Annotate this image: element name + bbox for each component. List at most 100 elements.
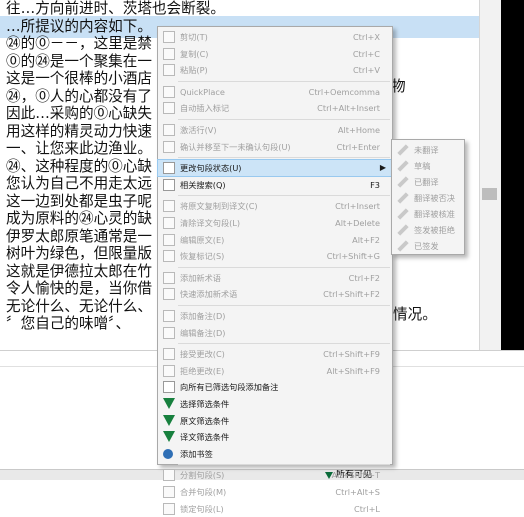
menu-item[interactable]: 编辑原文(E) Alt+F2 (158, 232, 392, 248)
menu-item[interactable]: 添加备注(D) (158, 308, 392, 324)
submenu-arrow-icon: ▶ (379, 163, 386, 173)
menu-item[interactable]: 粘贴(P) Ctrl+V (158, 62, 392, 78)
menu-item-shortcut: Ctrl+Alt+S (335, 487, 380, 497)
menu-item-label: QuickPlace (180, 86, 225, 97)
menu-item-shortcut: Ctrl+Enter (336, 141, 380, 152)
submenu-item-label: 已签发 (414, 241, 439, 251)
filter-target-icon (163, 431, 175, 443)
menu-item-label: 更改句段状态(U) (180, 163, 242, 174)
menu-item-shortcut: Alt+F2 (352, 234, 380, 245)
menu-item-shortcut: Ctrl+Shift+G (326, 251, 380, 262)
menu-item[interactable]: 确认并移至下一未确认句段(U) Ctrl+Enter (158, 139, 392, 155)
draft-icon (397, 160, 409, 172)
submenu-item[interactable]: 已签发 (392, 238, 464, 254)
submenu-item-label: 未翻译 (414, 145, 439, 155)
menu-item[interactable]: 分割句段(S) Alt+Shift+T (158, 467, 392, 483)
menu-item[interactable]: 自动插入标记 Ctrl+Alt+Insert (158, 100, 392, 116)
clear-target-icon (163, 217, 175, 229)
menu-item-shortcut: Ctrl+Shift+F9 (323, 349, 380, 360)
filter-icon (163, 398, 175, 409)
menu-item[interactable]: 合并句段(M) Ctrl+Alt+S (158, 484, 392, 500)
menu-item[interactable]: 相关搜索(Q) F3 (158, 177, 392, 193)
menu-separator (178, 80, 390, 82)
copy-source-icon (163, 200, 175, 213)
copy-icon (163, 47, 175, 60)
menu-separator (178, 305, 390, 306)
menu-item[interactable]: 选择筛选条件 (158, 396, 392, 412)
translation-rejected-icon (397, 192, 409, 204)
menu-item[interactable]: 复制(C) Ctrl+C (158, 46, 392, 62)
side-panel-black (501, 0, 524, 350)
segment-status-icon (163, 162, 175, 175)
menu-item-shortcut: Alt+Shift+T (331, 470, 380, 481)
menu-item[interactable]: 拒绝更改(E) Alt+Shift+F9 (158, 363, 392, 379)
menu-separator (178, 343, 390, 345)
menu-item-shortcut: Ctrl+Oemcomma (308, 86, 380, 97)
menu-item-label: 粘贴(P) (180, 65, 208, 76)
menu-item[interactable]: 恢复标记(S) Ctrl+Shift+G (158, 248, 392, 264)
add-term-icon (163, 271, 175, 284)
submenu-item[interactable]: 未翻译 (392, 142, 464, 158)
menu-item[interactable]: 将原文复制到译文(C) Ctrl+Insert (158, 198, 392, 214)
menu-item[interactable]: 编辑备注(D) (158, 325, 392, 341)
menu-item-label: 向所有已筛选句段添加备注 (180, 382, 279, 393)
menu-item-shortcut: Alt+Shift+F9 (326, 365, 380, 376)
menu-item-shortcut: Ctrl+V (352, 65, 380, 76)
menu-item[interactable]: 添加新术语 Ctrl+F2 (158, 270, 392, 286)
menu-item-label: 原文筛选条件 (180, 415, 230, 426)
menu-item[interactable]: 译文筛选条件 (158, 429, 392, 445)
signoff-rejected-icon (397, 224, 409, 236)
activate-icon (163, 124, 175, 136)
menu-item-shortcut: Ctrl+F2 (348, 272, 380, 283)
menu-item-label: 相关搜索(Q) (180, 179, 226, 190)
submenu-item[interactable]: 签发被拒绝 (392, 222, 464, 238)
menu-item[interactable]: 原文筛选条件 (158, 413, 392, 429)
paste-icon (163, 64, 175, 77)
menu-item[interactable]: 更改句段状态(U) ▶ (157, 159, 393, 178)
scrollbar-thumb[interactable] (482, 188, 497, 200)
menu-item-label: 快速添加新术语 (180, 289, 238, 300)
submenu-item[interactable]: 草稿 (392, 158, 464, 174)
bookmark-icon (163, 448, 173, 459)
menu-separator (178, 195, 390, 197)
menu-item-label: 拒绝更改(E) (180, 365, 225, 376)
restore-tags-icon (163, 250, 175, 263)
menu-item-label: 恢复标记(S) (180, 251, 225, 262)
menu-item-label: 清除译文句段(L) (180, 218, 241, 228)
segment-status-submenu: 未翻译草稿 已翻译 翻译被否决 翻译被核准签发被拒绝已签发 (391, 139, 465, 255)
menu-item[interactable]: 激活行(V) Alt+Home (158, 122, 392, 138)
menu-separator (178, 157, 390, 159)
edit-source-icon (163, 233, 175, 246)
menu-separator (178, 119, 390, 120)
submenu-item-label: 签发被拒绝 (414, 225, 455, 235)
menu-item[interactable]: 锁定句段(L) Ctrl+L (158, 501, 392, 517)
menu-item[interactable]: 清除译文句段(L) Alt+Delete (158, 215, 392, 231)
signed-off-icon (397, 240, 409, 252)
menu-item[interactable]: 剪切(T) Ctrl+X (158, 29, 392, 45)
menu-item-shortcut: Ctrl+X (352, 32, 380, 42)
menu-item-shortcut: Alt+Home (337, 125, 380, 135)
menu-item-shortcut: Ctrl+Insert (335, 201, 380, 212)
translation-approved-icon (397, 208, 409, 220)
submenu-item[interactable]: 翻译被否决 (392, 190, 464, 206)
filter-source-icon (163, 414, 175, 426)
menu-item-shortcut: Ctrl+C (352, 48, 380, 59)
accept-change-icon (163, 348, 175, 361)
submenu-item[interactable]: 已翻译 (392, 174, 464, 190)
menu-item[interactable]: 接受更改(C) Ctrl+Shift+F9 (158, 346, 392, 362)
submenu-item[interactable]: 翻译被核准 (392, 206, 464, 222)
search-icon (163, 178, 175, 191)
vertical-scrollbar[interactable] (479, 0, 502, 350)
menu-item[interactable]: 添加书签 (158, 446, 392, 462)
menu-item[interactable]: 向所有已筛选句段添加备注 (158, 379, 392, 395)
editor-line[interactable]: 〞您自己的味噌〞、 (6, 313, 130, 335)
menu-item[interactable]: 快速添加新术语 Ctrl+Shift+F2 (158, 286, 392, 302)
menu-item-shortcut: Ctrl+Alt+Insert (317, 103, 380, 114)
menu-item-label: 添加备注(D) (180, 311, 226, 321)
context-menu: 剪切(T) Ctrl+X 复制(C) Ctrl+C 粘贴(P) Ctrl+V QuickPl… (157, 26, 393, 515)
edit-comment-icon (163, 326, 175, 339)
menu-item-label: 自动插入标记 (180, 103, 230, 114)
menu-item[interactable]: QuickPlace Ctrl+Oemcomma (158, 84, 392, 100)
menu-item-label: 添加新术语 (180, 272, 221, 283)
menu-item-label: 激活行(V) (180, 125, 217, 135)
